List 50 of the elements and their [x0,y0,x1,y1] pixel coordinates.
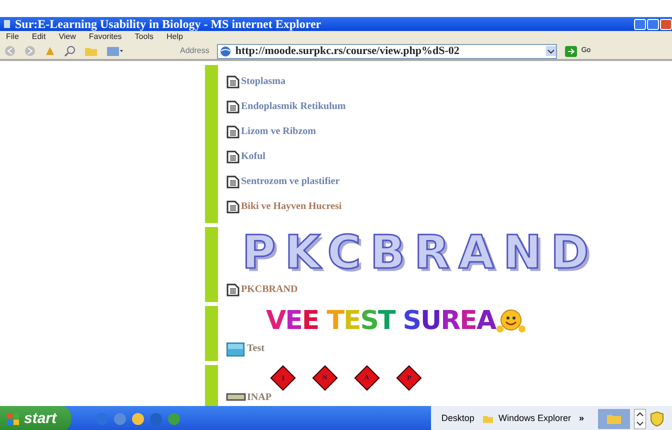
scroll-arrows-icon [634,408,646,428]
page-icon [3,19,11,29]
address-field[interactable]: http://moode.surpkc.rs/course/view.php%dS-02 [217,44,558,58]
window-title: Sur:E-Learning Usability in Biology - MS internet Explorer [15,17,322,31]
menu-item[interactable]: View [58,31,76,43]
document-icon [226,282,240,296]
document-icon [226,74,240,88]
taskbar-button[interactable]: Windows Explorer [480,412,573,426]
activity-link[interactable]: Endoplasmik Retikulum [218,94,346,119]
document-icon [226,200,240,214]
views-icon [106,45,124,57]
menu-item[interactable]: Help [166,31,183,43]
activity-link[interactable]: Koful [218,144,346,169]
menu-item[interactable]: Tools [134,31,154,43]
address-label: Address [180,45,210,57]
document-icon [226,150,240,164]
search-icon [64,45,76,57]
activity-link[interactable]: Sentrozom ve plastifier [218,169,346,194]
resource-icon [226,392,246,402]
back-icon [4,45,16,57]
activity-link[interactable]: PKCBRAND [218,277,598,302]
activity-link[interactable]: Biki ve Hayven Hucresi [218,194,346,219]
document-icon [226,174,240,188]
activity-link[interactable]: Lizom ve Ribzom [218,119,346,144]
maximize-button[interactable] [647,18,659,30]
more-button[interactable]: » [576,412,586,426]
menu-item[interactable]: Edit [32,31,46,43]
forward-icon [24,45,36,57]
globe-icon [220,46,232,56]
activity-link[interactable]: Test [218,336,526,361]
banner-title: VEE TEST SUREA [266,306,496,336]
url-text: http://moode.surpkc.rs/course/view.php%dS-02 [235,44,460,58]
arrow-icon [565,46,578,56]
shield-icon [650,410,664,426]
section-bar [205,306,218,361]
banner-logo: PKCBRAND [241,227,598,277]
quiz-icon [226,340,246,356]
menu-item[interactable]: File [6,31,19,43]
menu-item[interactable]: Favorites [88,31,122,43]
activity-link[interactable]: Stoplasma [218,69,346,94]
document-icon [226,100,240,114]
section-bar [205,365,218,406]
dropdown-icon [546,46,556,56]
smiley-icon [496,308,526,334]
start-button[interactable]: start [0,406,71,430]
minimize-button[interactable] [634,18,646,30]
taskbar-button[interactable]: Desktop [439,412,476,426]
document-icon [226,124,240,138]
flag-icon [6,412,20,426]
close-button[interactable] [660,18,672,30]
